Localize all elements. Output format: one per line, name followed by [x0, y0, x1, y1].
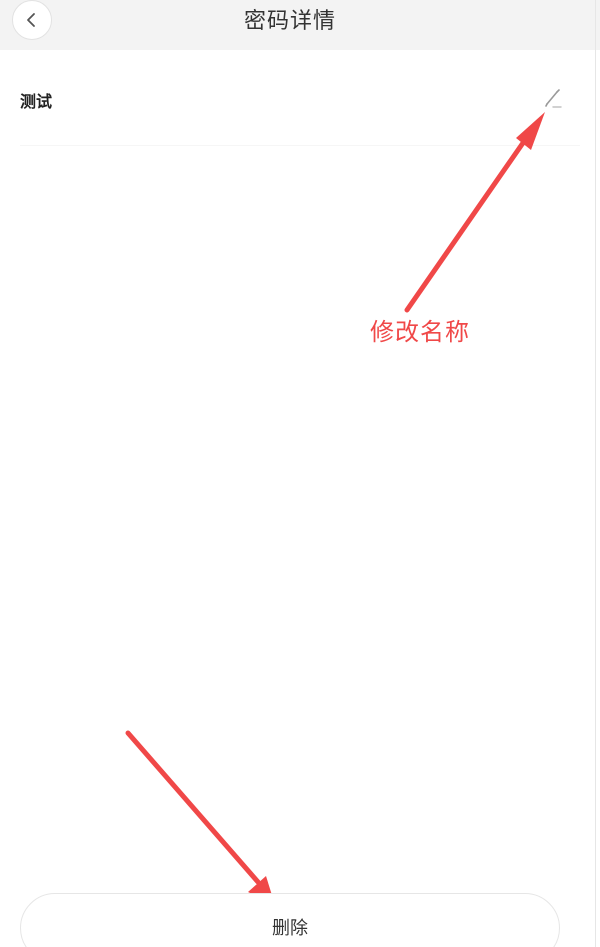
annotation-label: 修改名称 [370, 318, 470, 346]
entry-row: 测试 [0, 50, 600, 146]
delete-button[interactable]: 删除 [20, 893, 560, 947]
password-detail-page: 密码详情 测试 修改名称 删除 [0, 0, 600, 947]
edit-name-button[interactable] [536, 82, 568, 114]
edge-divider [595, 0, 596, 947]
delete-label: 删除 [272, 918, 308, 939]
page-title: 密码详情 [243, 9, 336, 34]
arrow-to-delete-icon [125, 730, 275, 905]
row-divider [20, 145, 580, 146]
top-bar: 密码详情 [0, 0, 600, 50]
entry-name: 测试 [20, 92, 53, 111]
pencil-icon [545, 89, 562, 108]
